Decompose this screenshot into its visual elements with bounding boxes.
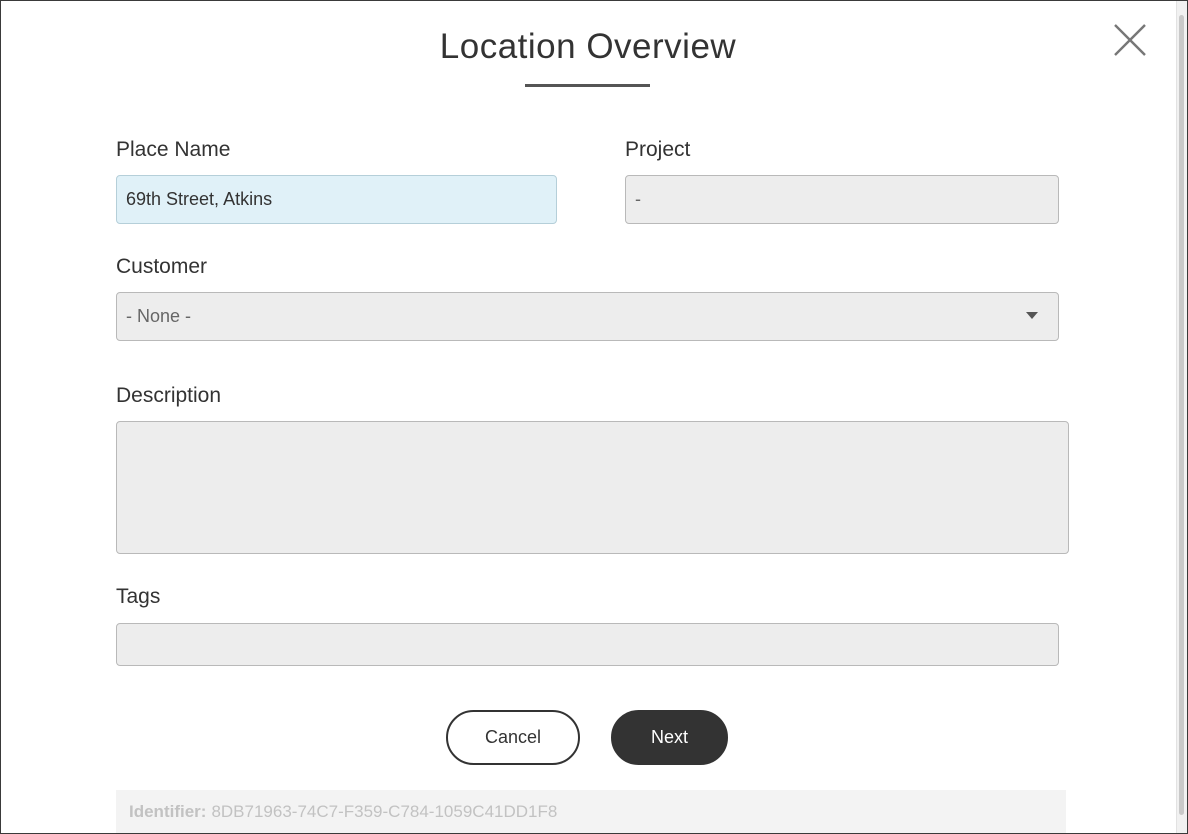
place-name-label: Place Name [116, 138, 231, 161]
chevron-down-icon [1026, 312, 1038, 319]
tags-input[interactable] [116, 623, 1059, 666]
customer-label: Customer [116, 255, 208, 278]
customer-select[interactable]: - None - [116, 292, 1059, 341]
identifier-label: Identifier: [129, 802, 207, 821]
tags-label: Tags [116, 585, 161, 608]
identifier-value: 8DB71963-74C7-F359-C784-1059C41DD1F8 [211, 802, 558, 821]
scrollbar-thumb[interactable] [1179, 15, 1184, 815]
place-name-value: 69th Street, Atkins [126, 189, 273, 209]
location-overview-dialog: Location Overview Place Name 69th Street… [0, 0, 1188, 834]
project-value: - [635, 189, 641, 209]
identifier-footer: Identifier: 8DB71963-74C7-F359-C784-1059… [116, 790, 1066, 833]
description-label: Description [116, 384, 222, 407]
project-label: Project [625, 138, 691, 161]
cancel-button[interactable]: Cancel [446, 710, 580, 765]
place-name-input[interactable]: 69th Street, Atkins [116, 175, 557, 224]
vertical-scrollbar[interactable] [1176, 1, 1187, 833]
customer-value: - None - [126, 306, 192, 326]
title-underline [525, 84, 650, 87]
next-button[interactable]: Next [611, 710, 728, 765]
dialog-title: Location Overview [439, 27, 737, 66]
project-field[interactable]: - [625, 175, 1059, 224]
description-textarea[interactable] [116, 421, 1069, 554]
